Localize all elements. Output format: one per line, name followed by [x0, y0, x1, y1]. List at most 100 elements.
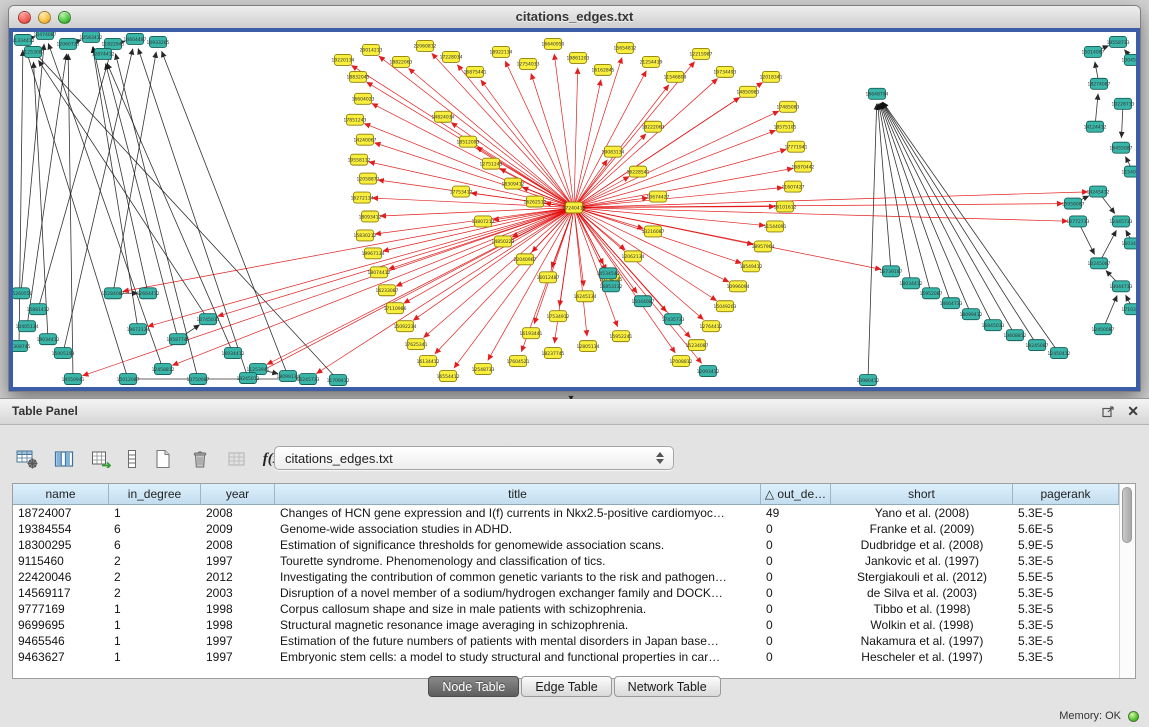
graph-node[interactable]: 15952087 [920, 288, 943, 299]
graph-node[interactable]: 12060733 [57, 38, 80, 49]
graph-node[interactable]: 16455087 [1110, 142, 1133, 153]
graph-node[interactable]: 14124412 [1084, 121, 1107, 132]
graph-node[interactable]: 19672134 [127, 324, 150, 335]
column-header-name[interactable]: name [13, 484, 109, 504]
graph-node[interactable]: 16245134 [574, 291, 597, 302]
graph-node[interactable]: 18575105 [774, 121, 797, 132]
graph-node[interactable]: 18309412 [502, 178, 525, 189]
table-row[interactable]: 911546021997Tourette syndrome. Phenomeno… [13, 553, 1119, 569]
graph-node[interactable]: 16262512 [524, 196, 547, 207]
show-columns-icon[interactable] [51, 446, 77, 472]
graph-node[interactable]: 18957964 [752, 241, 775, 252]
table-row[interactable]: 946554611997Estimation of the future num… [13, 633, 1119, 649]
graph-node[interactable]: 17228034 [440, 51, 463, 62]
graph-node[interactable]: 15830212 [354, 230, 377, 241]
graph-node[interactable]: 12450412 [1048, 348, 1071, 359]
graph-node[interactable]: 12805134 [577, 341, 600, 352]
graph-node[interactable]: 11544091 [764, 221, 787, 232]
graph-node[interactable]: 13216087 [642, 226, 665, 237]
graph-node[interactable]: 13045412 [1122, 54, 1136, 65]
graph-node[interactable]: 12215987 [690, 48, 713, 59]
graph-node[interactable]: 15044087 [632, 296, 655, 307]
graph-node[interactable]: 12018341 [760, 71, 783, 82]
graph-node[interactable]: 15012087 [117, 374, 140, 385]
graph-node[interactable]: 12445733 [1110, 216, 1133, 227]
graph-node[interactable]: 18549412 [740, 261, 763, 272]
graph-node[interactable]: 18093412 [359, 211, 382, 222]
column-header-pagerank[interactable]: pagerank [1013, 484, 1119, 504]
graph-node[interactable]: 25260550 [13, 288, 33, 299]
graph-node[interactable]: 11709412 [327, 375, 350, 386]
graph-node[interactable]: 17534912 [547, 311, 570, 322]
graph-node[interactable]: 14850983 [737, 86, 760, 97]
table-source-dropdown[interactable]: citations_edges.txt [274, 446, 674, 470]
graph-node[interactable]: 17753412 [450, 186, 473, 197]
graph-node[interactable]: 10583412 [80, 32, 103, 42]
graph-node[interactable]: 18222063 [642, 121, 665, 132]
tab-edge-table[interactable]: Edge Table [521, 676, 611, 697]
graph-node[interactable]: 12548733 [472, 364, 495, 375]
graph-node[interactable]: 15952241 [610, 331, 633, 342]
graph-node[interactable]: 17771941 [785, 141, 808, 152]
column-header-out_degree[interactable]: △ out_de… [761, 484, 831, 504]
table-row[interactable]: 1456911722003Disruption of a novel membe… [13, 585, 1119, 601]
column-header-in_degree[interactable]: in_degree [109, 484, 201, 504]
graph-node[interactable]: 13980412 [857, 375, 880, 386]
graph-node[interactable]: 13608812 [1004, 330, 1027, 341]
graph-node[interactable]: 17485083 [777, 101, 800, 112]
graph-node[interactable]: 18922134 [490, 46, 513, 57]
graph-node[interactable]: 18099412 [960, 309, 983, 320]
graph-node[interactable]: 14550941 [62, 374, 85, 385]
graph-node[interactable]: 19245012 [237, 373, 260, 384]
close-panel-icon[interactable]: ✕ [1127, 403, 1139, 419]
graph-node[interactable]: 12458812 [152, 364, 175, 375]
graph-node[interactable]: 12764412 [700, 321, 723, 332]
graph-node[interactable]: 13044733 [1110, 281, 1133, 292]
graph-node[interactable]: 15958087 [1062, 198, 1085, 209]
graph-node[interactable]: 22060812 [414, 40, 437, 51]
graph-node[interactable]: 14587745 [167, 334, 190, 345]
graph-node[interactable]: 22040967 [514, 254, 537, 265]
graph-node[interactable]: 19558733 [1107, 36, 1130, 47]
graph-node[interactable]: 17625341 [405, 339, 428, 350]
graph-node[interactable]: 16101612 [774, 201, 797, 212]
graph-node[interactable]: 14245412 [1087, 186, 1110, 197]
graph-node[interactable]: 13750087 [187, 374, 210, 385]
graph-node[interactable]: 19861203 [567, 52, 590, 63]
graph-node[interactable]: 16228541 [627, 166, 650, 177]
graph-node[interactable]: 12751243 [480, 158, 503, 169]
network-canvas[interactable]: 1883204516604023178512431424006719558112… [13, 32, 1136, 387]
graph-node[interactable]: 18832045 [347, 71, 370, 82]
graph-node[interactable]: 16845033 [982, 320, 1005, 331]
network-view[interactable]: 1883204516604023178512431424006719558112… [9, 28, 1140, 391]
column-header-short[interactable]: short [831, 484, 1013, 504]
graph-node[interactable]: 12093412 [697, 366, 720, 377]
table-mode-icon[interactable] [14, 446, 40, 472]
table-row[interactable]: 2242004622012Investigating the contribut… [13, 569, 1119, 585]
graph-node[interactable]: 19083134 [602, 146, 625, 157]
graph-node[interactable]: 14824034 [432, 111, 455, 122]
graph-node[interactable]: 11334412 [13, 34, 35, 45]
graph-node[interactable]: 20014213 [360, 44, 383, 55]
graph-node[interactable]: 11308745 [13, 341, 31, 352]
graph-node[interactable]: 13807212 [472, 216, 495, 227]
graph-hub-node[interactable]: 17240419 [563, 202, 586, 213]
graph-node[interactable]: 19245087 [1026, 340, 1049, 351]
graph-node[interactable]: 14664733 [940, 298, 963, 309]
graph-node[interactable]: 15014087 [1082, 46, 1105, 57]
graph-node[interactable]: 16554412 [437, 371, 460, 382]
graph-node[interactable]: 16739187 [880, 266, 903, 277]
graph-node[interactable]: 14240067 [354, 134, 377, 145]
graph-node[interactable]: 10405134 [16, 321, 39, 332]
table-row[interactable]: 1938455462009Genome-wide association stu… [13, 521, 1119, 537]
graph-node[interactable]: 16233087 [376, 285, 399, 296]
graph-node[interactable]: 14850223 [492, 236, 515, 247]
graph-node[interactable]: 15092234 [394, 321, 417, 332]
graph-node[interactable]: 16134412 [417, 356, 440, 367]
graph-node[interactable]: 17103412 [1122, 304, 1136, 315]
graph-node[interactable]: 16193441 [520, 328, 543, 339]
graph-node[interactable]: 17851243 [344, 114, 367, 125]
float-panel-icon[interactable] [1102, 405, 1115, 418]
close-window-button[interactable] [18, 11, 31, 24]
graph-node[interactable]: 19220134 [332, 54, 355, 65]
